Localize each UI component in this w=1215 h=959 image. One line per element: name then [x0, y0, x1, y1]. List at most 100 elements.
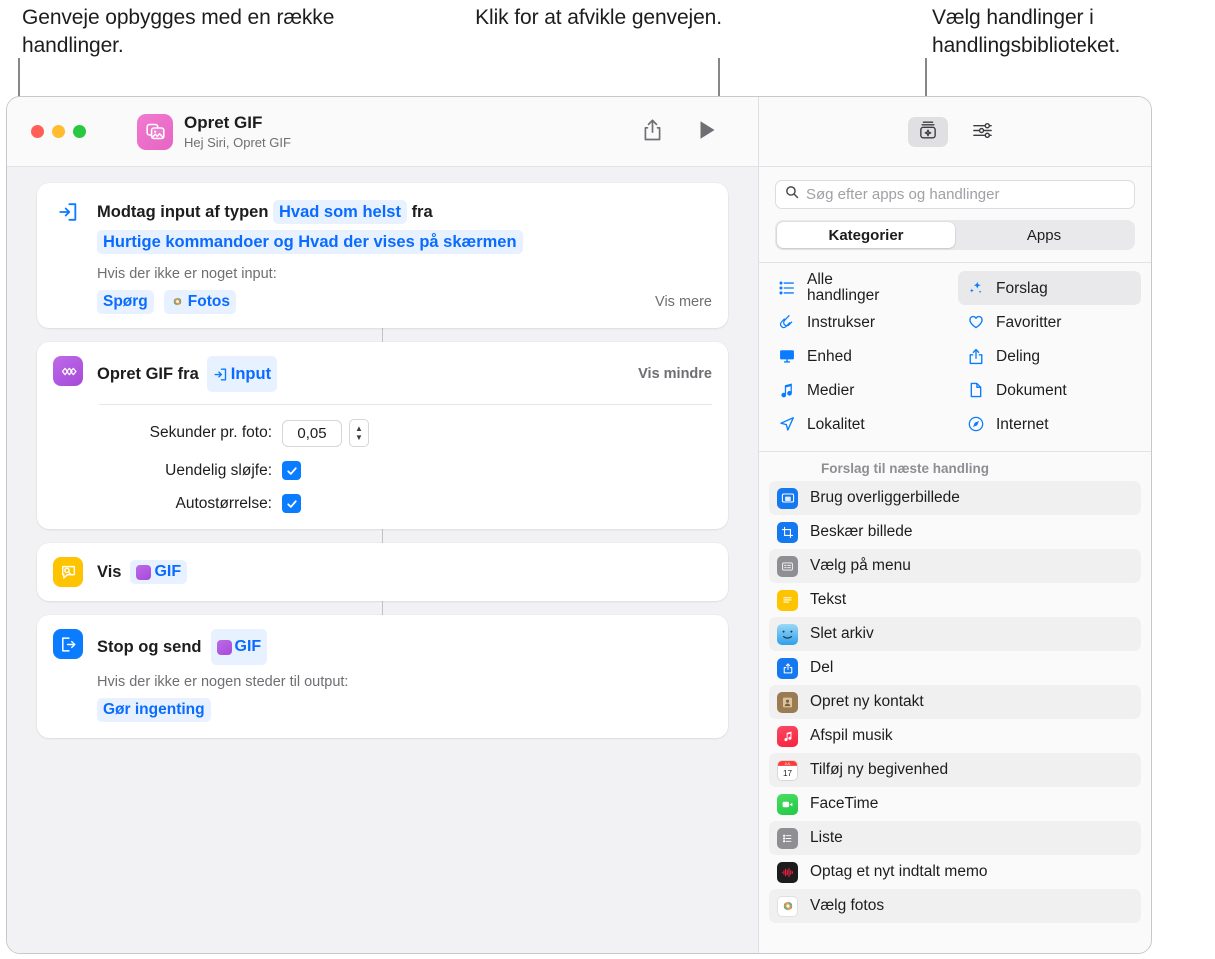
library-toolbar [759, 97, 1151, 167]
category-lokalitet[interactable]: Lokalitet [769, 407, 952, 441]
finder-icon [777, 623, 798, 645]
list-item[interactable]: Slet arkiv [769, 617, 1141, 651]
category-instrukser[interactable]: Instrukser [769, 305, 952, 339]
show-more-toggle[interactable]: Vis mere [641, 294, 712, 310]
seconds-stepper[interactable]: ▲ ▼ [349, 419, 369, 447]
category-grid: Alle handlinger Forslag Instrukser Favor… [759, 263, 1151, 452]
create-gif-icon [53, 356, 83, 386]
close-button[interactable] [31, 125, 44, 138]
list-icon [777, 279, 797, 297]
action-library-pane: Søg efter apps og handlinger Kategorier … [758, 97, 1151, 953]
maximize-button[interactable] [73, 125, 86, 138]
scripting-icon [777, 313, 797, 331]
safari-icon [966, 415, 986, 433]
gif-variable-icon [136, 564, 152, 580]
category-enhed[interactable]: Enhed [769, 339, 952, 373]
input-source-token[interactable]: Hurtige kommandoer og Hvad der vises på … [97, 230, 523, 254]
list-item-label: Tilføj ny begivenhed [810, 761, 949, 778]
category-alle-handlinger[interactable]: Alle handlinger [769, 271, 952, 305]
action-card-stop-and-output[interactable]: Stop og send GIF Hvis der ikke er nogen … [37, 615, 728, 738]
category-forslag[interactable]: Forslag [958, 271, 1141, 305]
category-medier[interactable]: Medier [769, 373, 952, 407]
overlay-image-icon [777, 487, 798, 509]
action-card-show-result[interactable]: Vis GIF [37, 543, 728, 601]
svg-text:17: 17 [783, 768, 793, 777]
document-icon [966, 381, 986, 399]
search-input[interactable]: Søg efter apps og handlinger [775, 180, 1135, 209]
list-item-label: Slet arkiv [810, 625, 874, 642]
list-item[interactable]: Opret ny kontakt [769, 685, 1141, 719]
share-button[interactable] [642, 118, 663, 145]
list-item-label: Vælg fotos [810, 897, 885, 914]
callout-right-text: Vælg handlinger i handlingsbiblioteket. [932, 6, 1121, 57]
action-card-receive-input[interactable]: Modtag input af typen Hvad som helst fra… [37, 183, 728, 328]
do-nothing-token[interactable]: Gør ingenting [97, 698, 211, 722]
field-autosize: Autostørrelse: [37, 494, 728, 529]
photos-icon [777, 895, 798, 917]
search-placeholder: Søg efter apps og handlinger [806, 186, 1000, 203]
list-item[interactable]: Del [769, 651, 1141, 685]
action-library-button[interactable] [908, 116, 948, 147]
display-icon [777, 347, 797, 365]
list-item[interactable]: FaceTime [769, 787, 1141, 821]
action-sentence: Opret GIF fra Input Vis mindre [97, 356, 712, 392]
location-icon [777, 415, 797, 433]
tab-kategorier[interactable]: Kategorier [777, 222, 955, 248]
list-item[interactable]: Vælg fotos [769, 889, 1141, 923]
action-sentence: Stop og send GIF [97, 629, 712, 665]
sliders-icon [971, 119, 994, 145]
action-text-1: Modtag input af typen [97, 203, 269, 221]
gif-token-label: GIF [154, 563, 182, 580]
category-label: Favoritter [996, 313, 1062, 331]
library-segmented-control[interactable]: Kategorier Apps [775, 220, 1135, 250]
gif-variable-icon [216, 639, 232, 655]
autosize-checkbox[interactable] [282, 494, 301, 513]
category-label: Instrukser [807, 313, 876, 331]
minimize-button[interactable] [52, 125, 65, 138]
gif-variable-token[interactable]: GIF [210, 629, 268, 665]
share-sheet-icon [777, 657, 798, 679]
list-item[interactable]: Beskær billede [769, 515, 1141, 549]
share-icon [966, 347, 986, 366]
category-label: Alle handlinger [807, 271, 880, 304]
category-label: Medier [807, 381, 855, 399]
list-item-label: Liste [810, 829, 843, 846]
field-label: Sekunder pr. foto: [149, 424, 272, 441]
category-internet[interactable]: Internet [958, 407, 1141, 441]
list-item[interactable]: Tekst [769, 583, 1141, 617]
photos-app-token[interactable]: Fotos [163, 290, 236, 314]
category-deling[interactable]: Deling [958, 339, 1141, 373]
stepper-down-icon[interactable]: ▼ [355, 433, 363, 442]
action-connector [381, 601, 384, 615]
input-variable-token[interactable]: Input [206, 356, 278, 392]
category-label: Deling [996, 347, 1040, 365]
list-item[interactable]: JUL 17 Tilføj ny begivenhed [769, 753, 1141, 787]
list-item[interactable]: Afspil musik [769, 719, 1141, 753]
window-controls[interactable] [31, 125, 86, 138]
show-less-toggle[interactable]: Vis mindre [624, 359, 712, 389]
list-item[interactable]: Optag et nyt indtalt memo [769, 855, 1141, 889]
gif-variable-token[interactable]: GIF [130, 560, 188, 584]
list-item[interactable]: Liste [769, 821, 1141, 855]
seconds-per-photo-input[interactable]: 0,05 [282, 419, 342, 447]
ask-token[interactable]: Spørg [97, 290, 154, 314]
list-item[interactable]: Vælg på menu [769, 549, 1141, 583]
list-item[interactable]: Brug overliggerbillede [769, 481, 1141, 515]
contacts-icon [777, 691, 798, 713]
input-type-token[interactable]: Hvad som helst [273, 200, 407, 224]
category-dokument[interactable]: Dokument [958, 373, 1141, 407]
list-item-label: Afspil musik [810, 727, 893, 744]
stop-output-icon [53, 629, 83, 659]
run-shortcut-button[interactable] [699, 120, 716, 143]
action-text-2: fra [411, 203, 433, 221]
action-connector [381, 328, 384, 342]
list-item-label: Brug overliggerbillede [810, 489, 960, 506]
infinite-loop-checkbox[interactable] [282, 461, 301, 480]
action-card-create-gif[interactable]: Opret GIF fra Input Vis mindre Sekunder … [37, 342, 728, 529]
field-infinite-loop: Uendelig sløjfe: [37, 461, 728, 480]
stepper-up-icon[interactable]: ▲ [355, 424, 363, 433]
voice-memos-icon [777, 861, 798, 883]
tab-apps[interactable]: Apps [955, 222, 1133, 248]
details-inspector-button[interactable] [962, 117, 1002, 147]
category-favoritter[interactable]: Favoritter [958, 305, 1141, 339]
